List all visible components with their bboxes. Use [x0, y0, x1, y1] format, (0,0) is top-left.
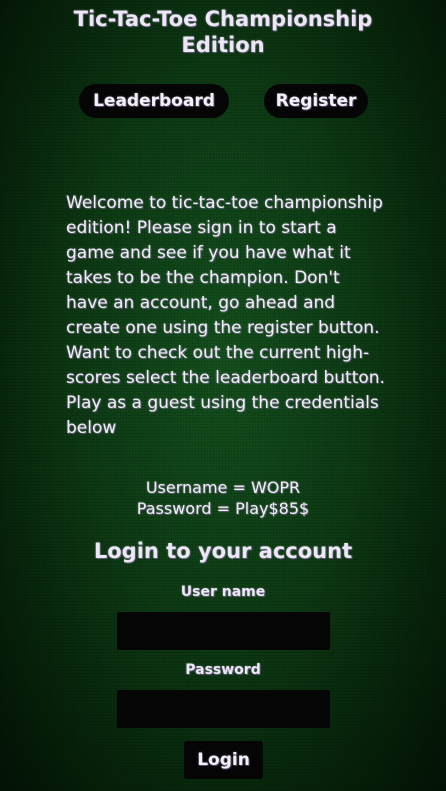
welcome-text: Welcome to tic-tac-toe championship edit… — [66, 193, 385, 438]
login-button[interactable]: Login — [184, 741, 263, 779]
password-input[interactable] — [117, 690, 330, 728]
page-title-line2: Edition — [181, 33, 265, 57]
guest-credentials: Username = WOPR Password = Play$85$ — [0, 477, 446, 519]
register-button[interactable]: Register — [264, 84, 368, 118]
username-label: User name — [180, 584, 266, 600]
leaderboard-button[interactable]: Leaderboard — [79, 84, 229, 118]
page-title-line1: Tic-Tac-Toe Championship — [73, 7, 373, 31]
login-heading: Login to your account — [93, 539, 353, 563]
username-input[interactable] — [117, 612, 330, 650]
guest-password-text: Password = Play$85$ — [136, 499, 310, 518]
page-title: Tic-Tac-Toe Championship Edition — [0, 6, 446, 58]
guest-username-text: Username = WOPR — [145, 478, 301, 497]
password-label: Password — [185, 662, 261, 678]
